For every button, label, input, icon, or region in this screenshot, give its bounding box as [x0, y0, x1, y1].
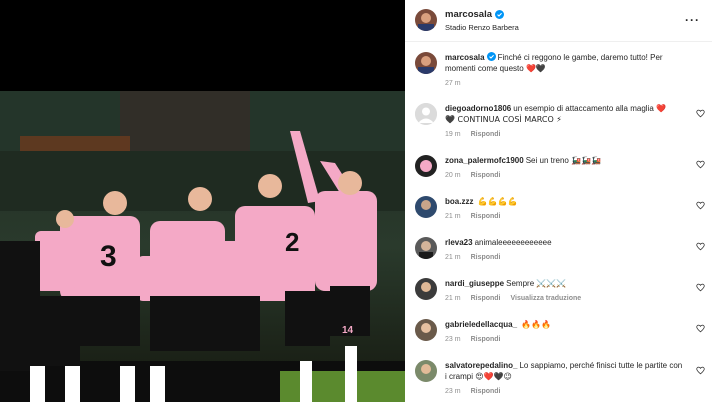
commenter-avatar[interactable]	[415, 278, 437, 300]
comment-time: 21 m	[445, 254, 461, 261]
comment-time: 23 m	[445, 336, 461, 343]
comment-text: boa.zzz 💪💪💪💪	[445, 196, 683, 207]
caption-text: marcosala Finché ci reggono le gambe, dar…	[445, 52, 683, 74]
comment-meta: 21 m Rispondi Visualizza traduzione	[445, 295, 581, 302]
comment-emoji: 💪💪💪💪	[477, 197, 518, 206]
heart-icon[interactable]	[696, 160, 705, 169]
more-horizontal-icon[interactable]: ···	[685, 13, 700, 27]
reply-button[interactable]: Rispondi	[471, 172, 501, 179]
reply-button[interactable]: Rispondi	[471, 213, 501, 220]
author-username-text[interactable]: marcosala	[445, 9, 492, 20]
comment-meta: 19 m Rispondi	[445, 131, 501, 138]
comment-text: salvatorepedalino_ Lo sappiamo, perché fi…	[445, 360, 683, 382]
comment-body: animaleeeeeeeeeeee	[474, 238, 552, 247]
svg-text:14: 14	[342, 325, 354, 336]
reply-button[interactable]: Rispondi	[471, 131, 501, 138]
see-translation-link[interactable]: Visualizza traduzione	[511, 295, 582, 302]
comment-body: Sempre	[506, 279, 535, 288]
author-username[interactable]: marcosala	[445, 9, 505, 20]
post-photo: 3 2 14	[0, 91, 405, 402]
author-avatar[interactable]	[415, 9, 437, 31]
comment-emoji: ❤️	[656, 104, 666, 113]
comment-line2: 🖤 CONTINUA COSÌ MARCO ⚡	[445, 115, 562, 124]
reply-button[interactable]: Rispondi	[471, 336, 501, 343]
comment-time: 20 m	[445, 172, 461, 179]
comment-time: 21 m	[445, 295, 461, 302]
comment-emoji: 😍❤️🖤😉	[475, 372, 512, 381]
commenter-avatar[interactable]	[415, 319, 437, 341]
comment-meta: 23 m Rispondi	[445, 336, 501, 343]
comment-text: gabrieledellacqua_ 🔥🔥🔥	[445, 319, 683, 330]
commenter-avatar[interactable]	[415, 196, 437, 218]
comment-username[interactable]: diegoadorno1806	[445, 104, 511, 113]
comment-username[interactable]: gabrieledellacqua_	[445, 320, 517, 329]
comment-text: rleva23 animaleeeeeeeeeeee	[445, 237, 683, 248]
comment-meta: 23 m Rispondi	[445, 388, 501, 395]
heart-icon[interactable]	[696, 201, 705, 210]
caption-emoji: ❤️🖤	[525, 64, 546, 73]
comment-username[interactable]: rleva23	[445, 238, 473, 247]
comment-meta: 20 m Rispondi	[445, 172, 501, 179]
comment-meta: 21 m Rispondi	[445, 254, 501, 261]
comment-time: 21 m	[445, 213, 461, 220]
reply-button[interactable]: Rispondi	[471, 388, 501, 395]
commenter-avatar[interactable]	[415, 237, 437, 259]
commenter-avatar[interactable]	[415, 155, 437, 177]
comment-meta: 21 m Rispondi	[445, 213, 501, 220]
verified-badge-icon	[495, 10, 505, 19]
comment-body: Sei un treno	[525, 156, 569, 165]
heart-icon[interactable]	[696, 324, 705, 333]
reply-button[interactable]: Rispondi	[471, 254, 501, 261]
post-location[interactable]: Stadio Renzo Barbera	[445, 23, 519, 32]
comment-emoji: ⚔️⚔️⚔️	[536, 279, 567, 288]
heart-icon[interactable]	[696, 242, 705, 251]
comment-body: un esempio di attaccamento alla maglia	[513, 104, 654, 113]
comment-text: diegoadorno1806 un esempio di attaccament…	[445, 103, 683, 125]
comment-time: 19 m	[445, 131, 461, 138]
comment-username[interactable]: boa.zzz	[445, 197, 473, 206]
comments-panel: marcosala Stadio Renzo Barbera ··· marco…	[405, 0, 712, 402]
post-header: marcosala Stadio Renzo Barbera ···	[405, 0, 712, 42]
heart-icon[interactable]	[696, 109, 705, 118]
author-avatar[interactable]	[415, 52, 437, 74]
svg-text:2: 2	[285, 227, 299, 257]
commenter-avatar[interactable]	[415, 360, 437, 382]
comment-emoji: 🔥🔥🔥	[521, 320, 552, 329]
caption-meta: 27 m	[445, 80, 461, 87]
caption-time: 27 m	[445, 80, 461, 87]
comment-username[interactable]: nardi_giuseppe	[445, 279, 504, 288]
caption-username[interactable]: marcosala	[445, 53, 485, 62]
comment-text: zona_palermofc1900 Sei un treno 🚂🚂🚂	[445, 155, 683, 166]
verified-badge-icon	[486, 52, 496, 61]
heart-icon[interactable]	[696, 366, 705, 375]
comment-username[interactable]: salvatorepedalino_	[445, 361, 517, 370]
comment-emoji: 🚂🚂🚂	[571, 156, 601, 165]
post-media: 3 2 14	[0, 0, 405, 402]
reply-button[interactable]: Rispondi	[471, 295, 501, 302]
heart-icon[interactable]	[696, 283, 705, 292]
commenter-avatar[interactable]	[415, 103, 437, 125]
comment-time: 23 m	[445, 388, 461, 395]
comment-text: nardi_giuseppe Sempre ⚔️⚔️⚔️	[445, 278, 683, 289]
comment-username[interactable]: zona_palermofc1900	[445, 156, 524, 165]
svg-text:3: 3	[100, 240, 117, 273]
